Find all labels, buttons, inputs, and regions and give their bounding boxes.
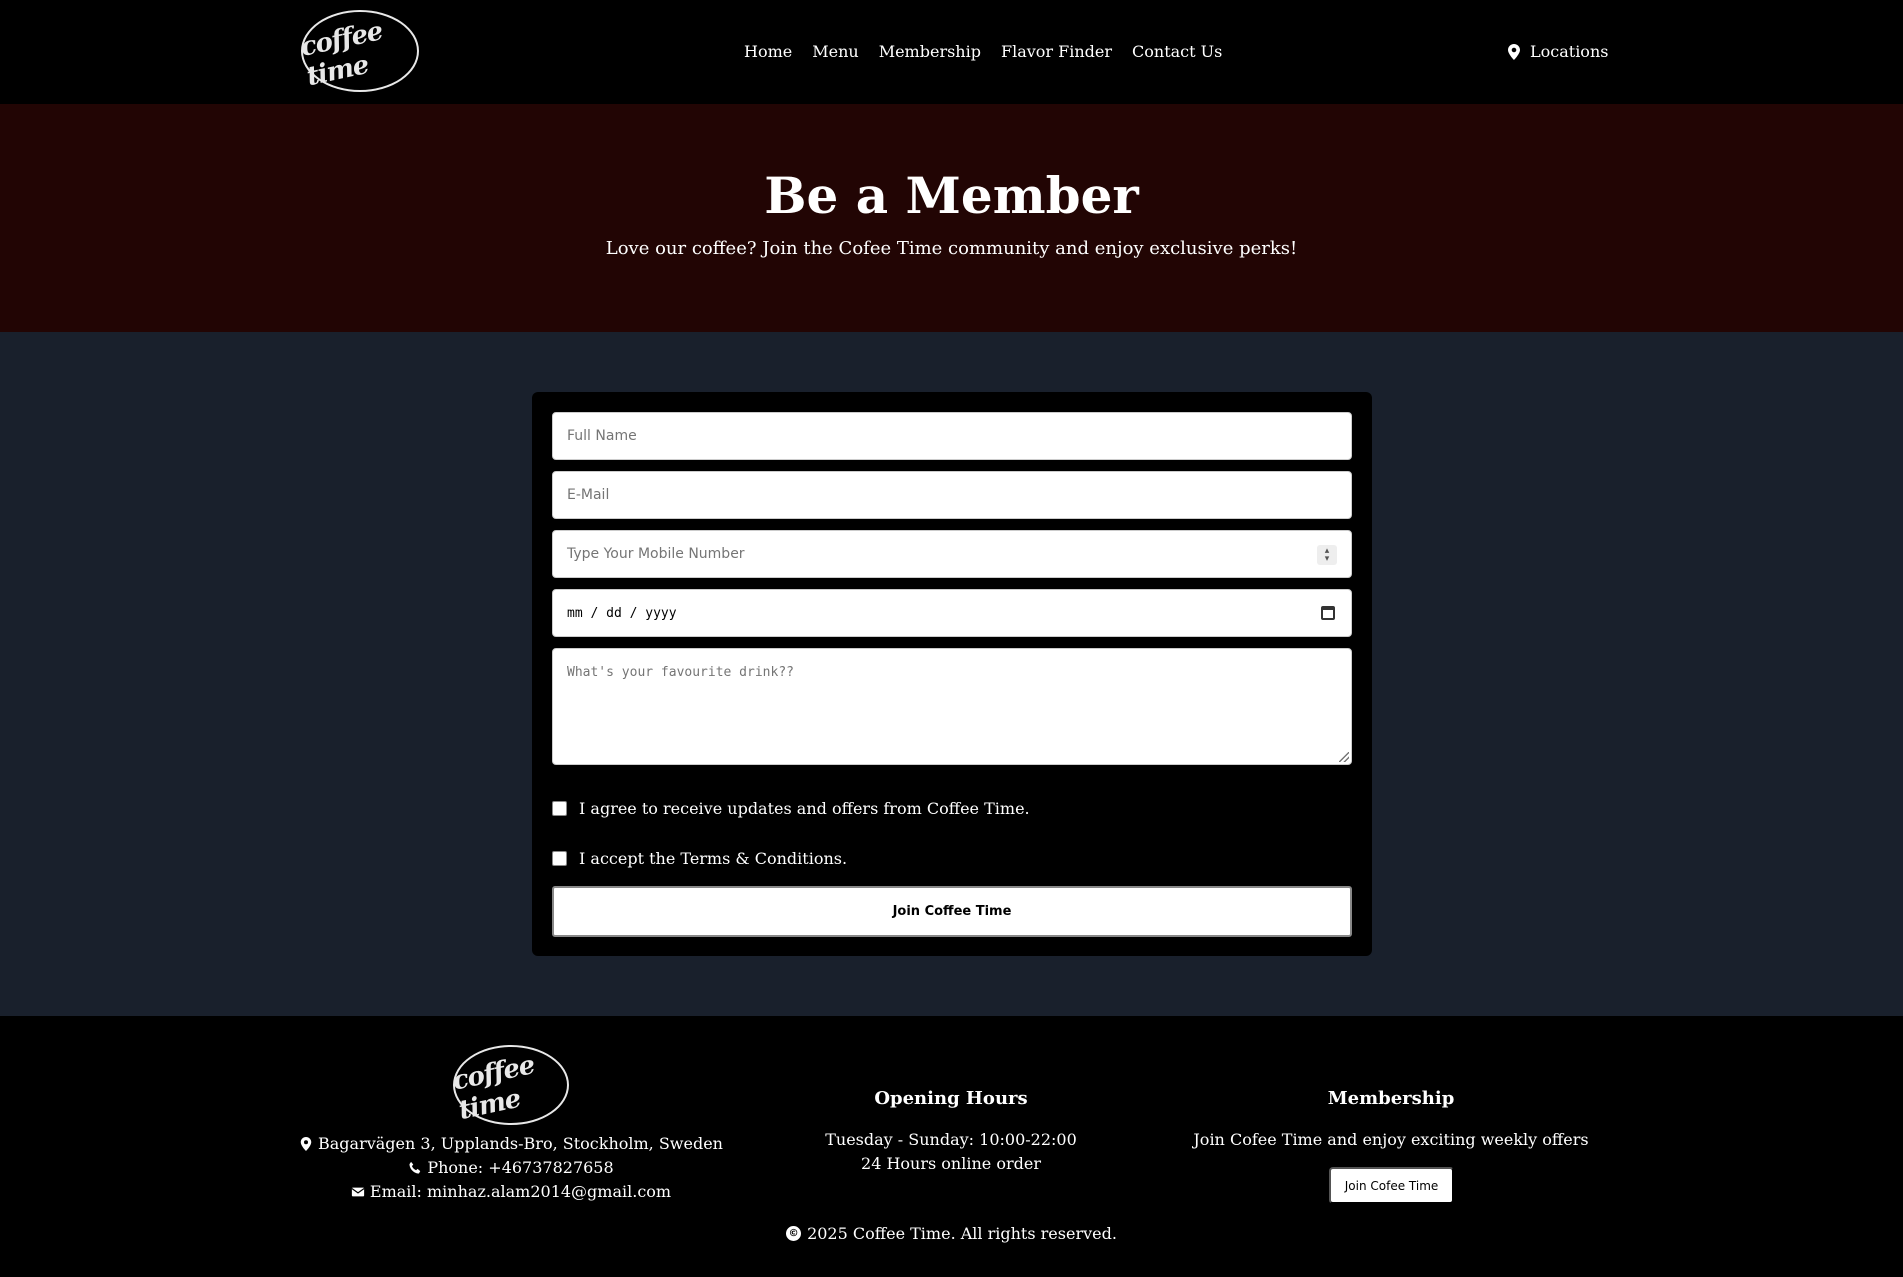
opening-hours-text: Tuesday - Sunday: 10:00-22:00 24 Hours o…: [751, 1128, 1151, 1176]
navbar: coffee time Home Menu Membership Flavor …: [0, 0, 1903, 104]
mobile-number-input[interactable]: Type Your Mobile Number ▴ ▾: [552, 530, 1352, 578]
join-cofee-time-button[interactable]: Join Cofee Time: [1329, 1167, 1454, 1204]
nav-item-flavor-finder[interactable]: Flavor Finder: [1001, 42, 1112, 61]
main-nav: Home Menu Membership Flavor Finder Conta…: [744, 42, 1222, 61]
copyright: © 2025 Coffee Time. All rights reserved.: [0, 1224, 1903, 1243]
address-text: Bagarvägen 3, Upplands-Bro, Stockholm, S…: [318, 1134, 723, 1153]
agree-updates-row: I agree to receive updates and offers fr…: [552, 799, 1030, 818]
footer-logo[interactable]: coffee time: [449, 1045, 569, 1126]
envelope-icon: [351, 1187, 365, 1196]
birthdate-input[interactable]: mm / dd / yyyy: [552, 589, 1352, 637]
map-pin-icon: [1508, 43, 1520, 60]
number-spinner-icon[interactable]: ▴ ▾: [1317, 545, 1337, 565]
favourite-drink-textarea[interactable]: What's your favourite drink??: [552, 648, 1352, 765]
phone-text: Phone: +46737827658: [427, 1158, 614, 1177]
opening-hours-title: Opening Hours: [874, 1088, 1028, 1109]
page-subtitle: Love our coffee? Join the Cofee Time com…: [605, 238, 1298, 259]
nav-item-home[interactable]: Home: [744, 42, 792, 61]
email-text: Email: minhaz.alam2014@gmail.com: [369, 1182, 672, 1201]
hero-banner: Be a Member Love our coffee? Join the Co…: [0, 104, 1903, 332]
agree-updates-label: I agree to receive updates and offers fr…: [579, 799, 1030, 818]
mobile-number-placeholder: Type Your Mobile Number: [567, 546, 745, 562]
membership-form: Full Name E-Mail Type Your Mobile Number…: [532, 392, 1372, 956]
phone-icon: [409, 1161, 421, 1174]
accept-terms-checkbox[interactable]: [552, 851, 567, 866]
date-placeholder: mm / dd / yyyy: [567, 605, 677, 621]
opening-hours-online: 24 Hours online order: [861, 1154, 1041, 1173]
calendar-icon[interactable]: [1321, 606, 1335, 620]
accept-terms-row: I accept the Terms & Conditions.: [552, 849, 847, 868]
agree-updates-checkbox[interactable]: [552, 801, 567, 816]
footer-logo-text: coffee time: [449, 1050, 538, 1126]
resize-handle-icon[interactable]: [1339, 752, 1349, 762]
full-name-input[interactable]: Full Name: [552, 412, 1352, 460]
membership-text: Join Cofee Time and enjoy exciting weekl…: [1193, 1130, 1589, 1149]
copyright-icon: ©: [786, 1226, 802, 1241]
membership-title: Membership: [1327, 1088, 1455, 1109]
nav-item-menu[interactable]: Menu: [812, 42, 858, 61]
opening-hours-days: Tuesday - Sunday: 10:00-22:00: [825, 1130, 1077, 1149]
favourite-drink-placeholder: What's your favourite drink??: [567, 665, 794, 680]
nav-item-contact-us[interactable]: Contact Us: [1132, 42, 1222, 61]
footer: coffee time Bagarvägen 3, Upplands-Bro, …: [0, 1016, 1903, 1277]
locations-label: Locations: [1530, 42, 1609, 61]
locations-link[interactable]: Locations: [1508, 42, 1608, 61]
email-input[interactable]: E-Mail: [552, 471, 1352, 519]
nav-item-membership[interactable]: Membership: [879, 42, 981, 61]
accept-terms-label: I accept the Terms & Conditions.: [579, 849, 848, 868]
email-line: Email: minhaz.alam2014@gmail.com: [0, 1182, 1022, 1201]
page-title: Be a Member: [764, 166, 1139, 225]
copyright-text: 2025 Coffee Time. All rights reserved.: [807, 1224, 1117, 1243]
coffee-time-logo[interactable]: coffee time: [298, 10, 419, 93]
logo-text: coffee time: [298, 16, 386, 93]
map-pin-icon: [300, 1136, 312, 1151]
join-coffee-time-button[interactable]: Join Coffee Time: [552, 886, 1352, 937]
